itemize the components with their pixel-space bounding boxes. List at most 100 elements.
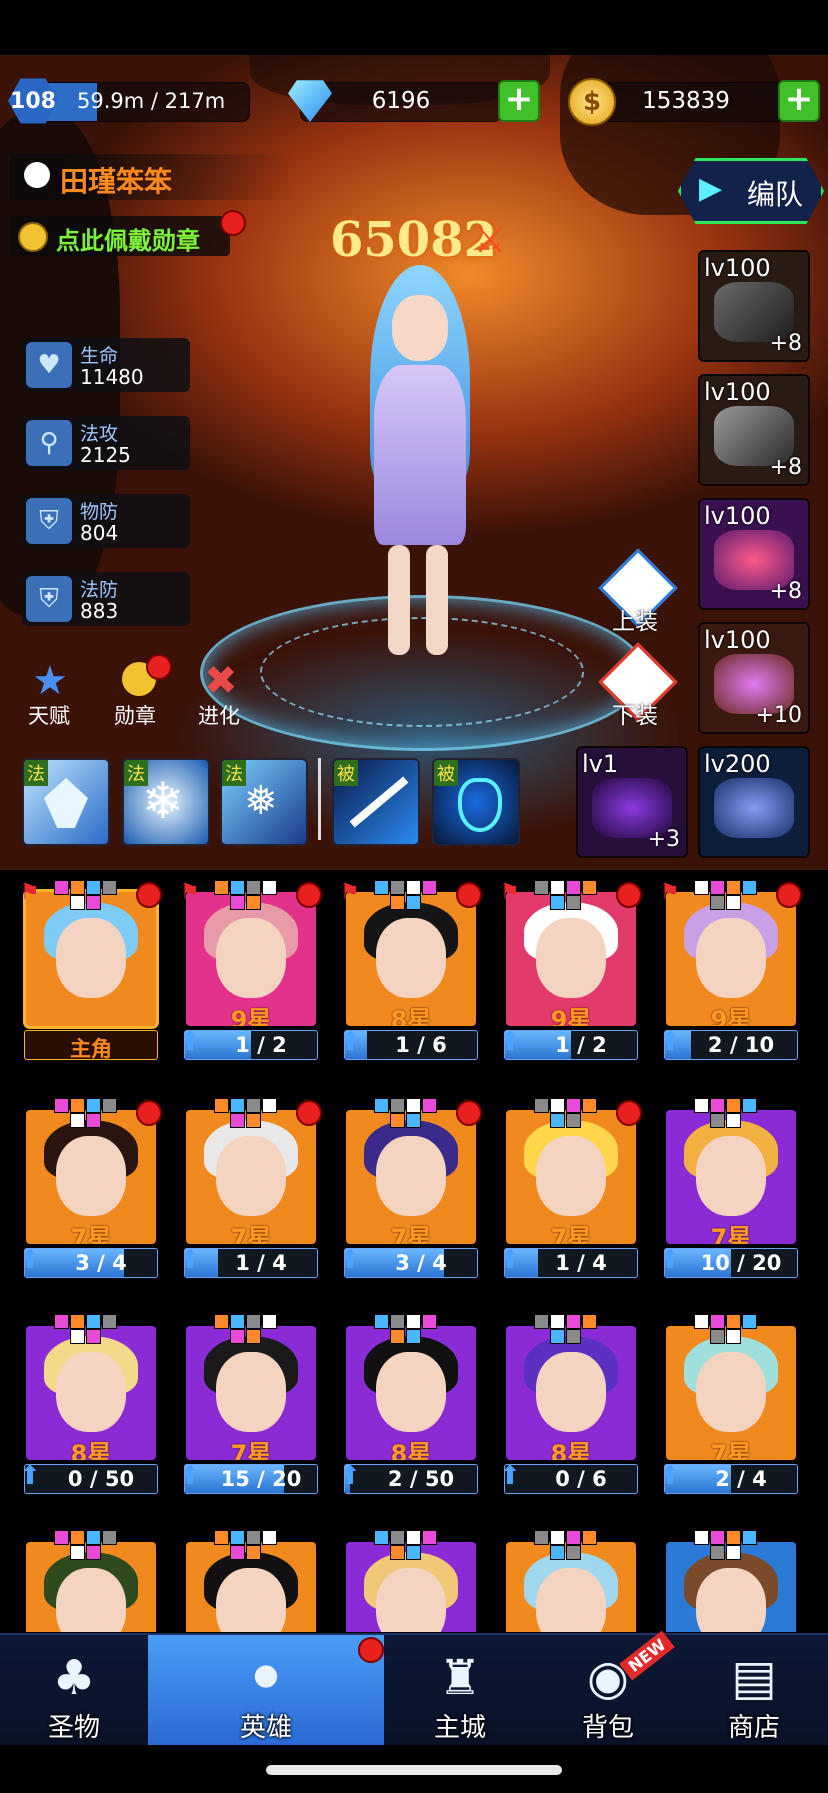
- hero-character[interactable]: [330, 265, 510, 665]
- unequip-all-button[interactable]: 下装: [598, 642, 678, 729]
- hero-face: [56, 1352, 126, 1432]
- hero-portrait: 9星: [666, 892, 796, 1026]
- skill-slot-passive-2[interactable]: 被: [432, 758, 520, 846]
- wear-medal-prompt[interactable]: 点此佩戴勋章: [10, 216, 230, 256]
- hero-card[interactable]: 8星 ⬆ 2 / 50: [339, 1314, 478, 1494]
- shard-count-text: 2 / 4: [715, 1467, 767, 1491]
- nav-label: 圣物: [47, 1713, 100, 1743]
- equip-slot-ring[interactable]: lv100 +8: [698, 498, 810, 610]
- heroes-tab-dot: [358, 1637, 384, 1663]
- combat-power: 65082: [330, 212, 497, 268]
- gem-slot: [742, 1314, 757, 1329]
- nav-tab-shop[interactable]: ▤ 商店: [680, 1635, 828, 1745]
- hero-face: [696, 1568, 766, 1632]
- hero-star-rank: 9星: [550, 1006, 592, 1026]
- add-gold-button[interactable]: +: [778, 80, 820, 122]
- evolve-button[interactable]: ✖ 进化: [196, 658, 256, 728]
- evolve-label: 进化: [198, 704, 240, 728]
- hero-card[interactable]: 8星 ⬆ 0 / 6: [499, 1314, 638, 1494]
- skill-slot-2[interactable]: ❄ 法: [122, 758, 210, 846]
- hero-face: [56, 1568, 126, 1632]
- gem-slot: [374, 880, 389, 895]
- gem-slot: [566, 895, 581, 910]
- skill-divider: [318, 758, 321, 840]
- nav-tab-castle[interactable]: ♜ 主城: [386, 1635, 534, 1745]
- nav-tab-heroes[interactable]: ⚫ 英雄: [148, 1635, 384, 1745]
- flag-icon: ⚑: [660, 880, 680, 905]
- equip-all-button[interactable]: 上装: [598, 548, 678, 635]
- stat-value: 804: [80, 521, 119, 545]
- hero-star-rank: 9星: [230, 1006, 272, 1026]
- equip-slot-wings[interactable]: lv200: [698, 746, 810, 858]
- hero-portrait: 7星: [666, 1110, 796, 1244]
- hero-gem-slots: [534, 880, 614, 910]
- gem-slot: [262, 880, 277, 895]
- gem-slot: [566, 1098, 581, 1113]
- gem-slot: [54, 1098, 69, 1113]
- hero-card[interactable]: 7星 ⬆ 1 / 4: [499, 1098, 642, 1278]
- gem-slot: [694, 880, 709, 895]
- sword-shield-icon: ⛨: [26, 498, 72, 544]
- hero-star-rank: 8星: [390, 1006, 432, 1026]
- hero-card[interactable]: 7星 ⬆ 15 / 20: [179, 1314, 318, 1494]
- gold-counter: 153839: [586, 82, 786, 122]
- team-formation-button[interactable]: ▶ 编队: [678, 158, 824, 224]
- upgrade-arrow-icon: ⬆: [499, 1245, 521, 1275]
- hero-card[interactable]: [500, 1530, 638, 1632]
- hero-card[interactable]: [340, 1530, 478, 1632]
- add-gems-button[interactable]: +: [498, 80, 540, 122]
- hero-card[interactable]: 7星 ⬆ 1 / 4: [179, 1098, 322, 1278]
- hero-card[interactable]: ⚑ 主角: [20, 880, 162, 1061]
- hero-card[interactable]: 8星 ⬆ 0 / 50: [19, 1314, 158, 1494]
- hero-card[interactable]: 7星 ⬆ 2 / 4: [659, 1314, 798, 1494]
- hero-card[interactable]: 8星 ⚑ ⬆ 1 / 6: [339, 880, 482, 1060]
- gem-slot: [742, 1098, 757, 1113]
- hero-card[interactable]: [660, 1530, 798, 1632]
- flag-icon: ⚑: [180, 880, 200, 905]
- skill-slot-passive-1[interactable]: 被: [332, 758, 420, 846]
- gem-slot: [406, 1314, 421, 1329]
- hero-shard-count: ⬆ 2 / 4: [659, 1461, 798, 1494]
- hero-face: [536, 1568, 606, 1632]
- gem-slot: [694, 1098, 709, 1113]
- equip-slot-amulet[interactable]: lv100 +10: [698, 622, 810, 734]
- cart-icon: ▤: [731, 1650, 777, 1706]
- hero-card[interactable]: 9星 ⚑ ⬆ 1 / 2: [499, 880, 642, 1060]
- nav-tab-backpack[interactable]: ◉ 背包 NEW: [534, 1630, 682, 1745]
- gem-slot: [710, 1329, 725, 1344]
- gem-slot: [390, 880, 405, 895]
- hero-face: [56, 918, 126, 998]
- equip-slot-weapon[interactable]: lv100 +8: [698, 250, 810, 362]
- gem-slot: [406, 895, 421, 910]
- hero-shard-count: ⬆ 2 / 50: [339, 1461, 478, 1494]
- nav-tab-relics[interactable]: ♣ 圣物: [0, 1635, 148, 1745]
- nav-label: 主城: [433, 1713, 486, 1743]
- gem-slot: [422, 1530, 437, 1545]
- medal-label: 勋章: [114, 704, 156, 728]
- gem-slot: [230, 1530, 245, 1545]
- skill-slot-3[interactable]: ❅ 法: [220, 758, 308, 846]
- gem-slot: [86, 1530, 101, 1545]
- hero-card[interactable]: 7星 ⬆ 10 / 20: [659, 1098, 798, 1278]
- gem-slot: [374, 1098, 389, 1113]
- hero-card[interactable]: 9星 ⚑ ⬆ 2 / 10: [659, 880, 802, 1060]
- equip-slot-gem[interactable]: lv1 +3: [576, 746, 688, 858]
- gem-slot: [246, 1545, 261, 1560]
- hero-card[interactable]: 7星 ⬆ 3 / 4: [19, 1098, 162, 1278]
- gem-slot: [262, 1530, 277, 1545]
- hero-face: [376, 1136, 446, 1216]
- skill-slot-1[interactable]: 法: [22, 758, 110, 846]
- hero-star-rank: 9星: [710, 1006, 752, 1026]
- player-name-banner[interactable]: 田瑾笨笨: [10, 154, 300, 200]
- hero-card[interactable]: [180, 1530, 318, 1632]
- hero-card[interactable]: 7星 ⬆ 3 / 4: [339, 1098, 482, 1278]
- hero-shard-count: ⬆ 1 / 2: [499, 1027, 638, 1060]
- talent-button[interactable]: ★ 天赋: [24, 658, 84, 728]
- gem-slot: [246, 1530, 261, 1545]
- equip-level: lv100: [704, 502, 771, 530]
- bottom-nav: ♣ 圣物 ⚫ 英雄 ♜ 主城 ◉ 背包 NEW ▤ 商店: [0, 1630, 828, 1745]
- gem-slot: [390, 895, 405, 910]
- hero-card[interactable]: [20, 1530, 158, 1632]
- hero-card[interactable]: 9星 ⚑ ⬆ 1 / 2: [179, 880, 322, 1060]
- equip-slot-armor[interactable]: lv100 +8: [698, 374, 810, 486]
